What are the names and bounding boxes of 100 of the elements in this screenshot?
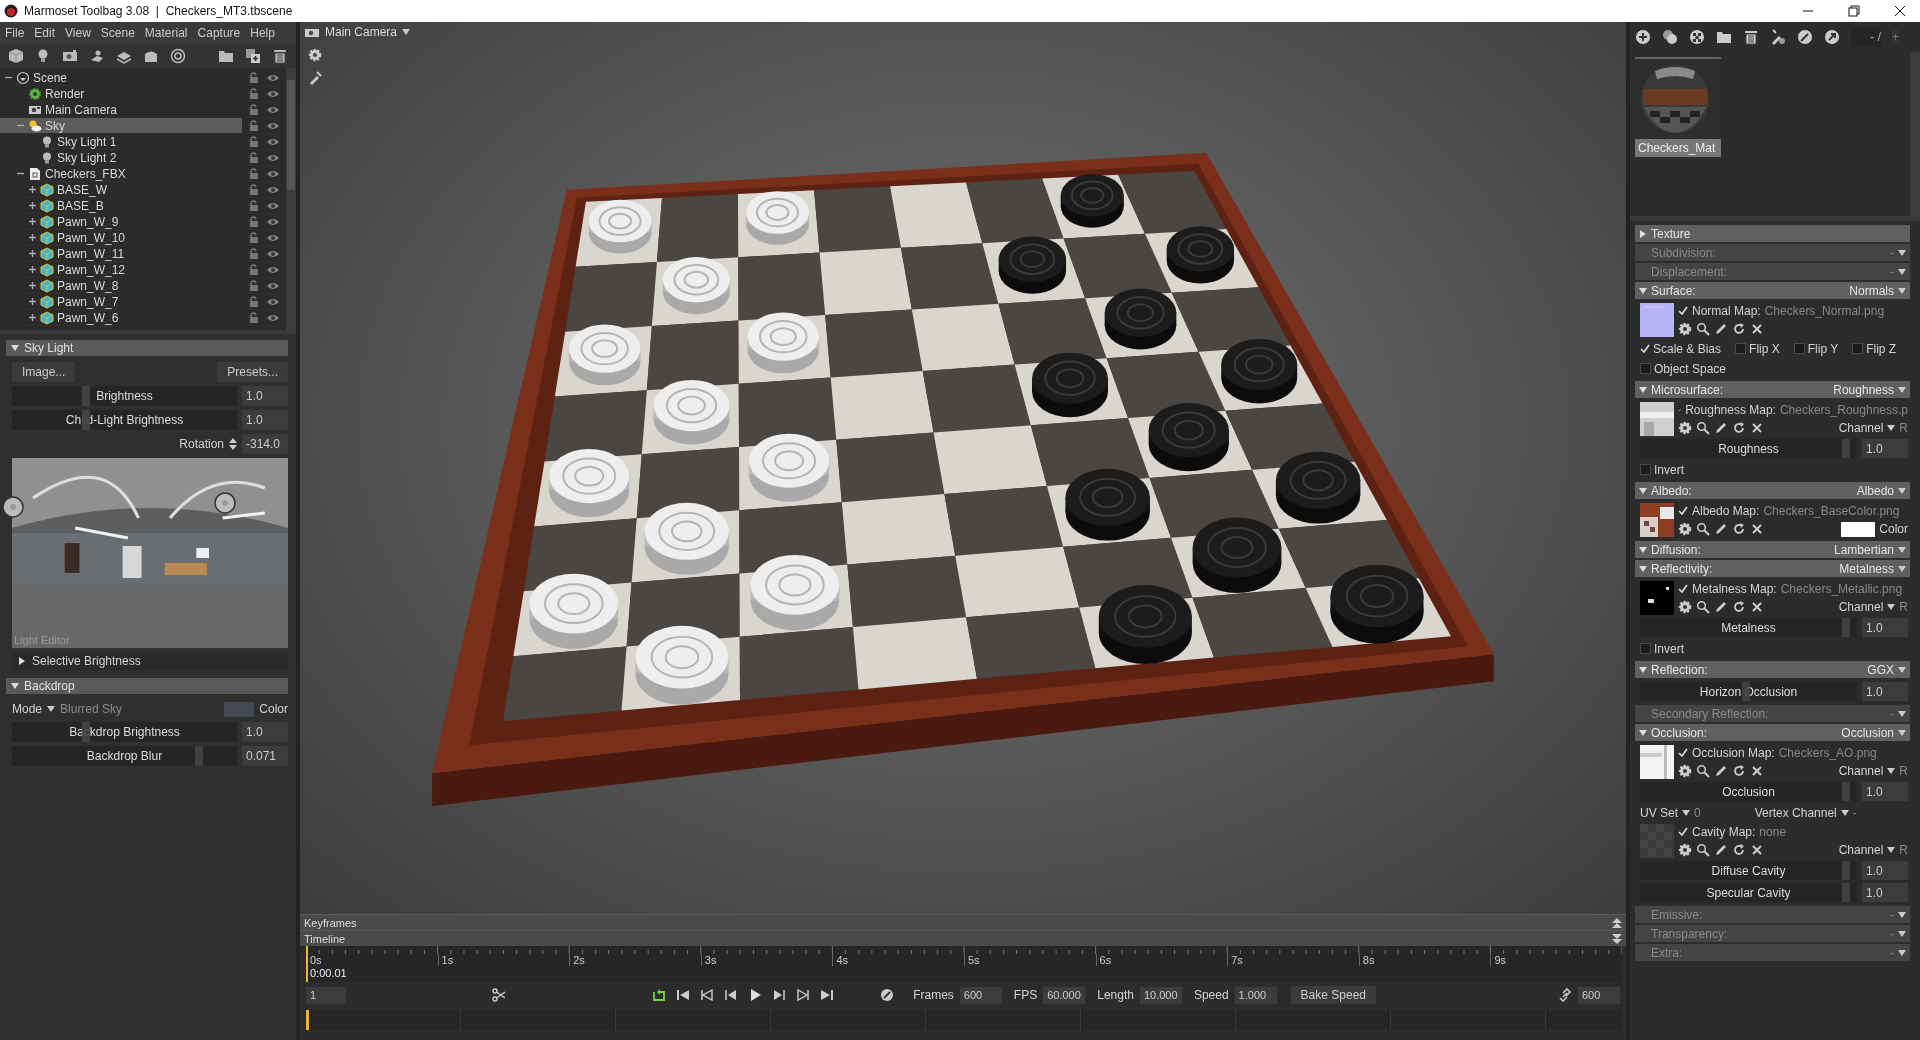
tree-item[interactable]: Pawn_W_6 bbox=[0, 310, 242, 325]
plus-icon[interactable] bbox=[28, 233, 37, 242]
light-handle-icon[interactable] bbox=[214, 492, 236, 514]
skip-to-start-icon[interactable] bbox=[676, 988, 690, 1002]
close-icon[interactable] bbox=[1750, 600, 1764, 614]
close-icon[interactable] bbox=[1750, 322, 1764, 336]
eye-icon[interactable] bbox=[266, 184, 280, 195]
dropdown-arrow-icon[interactable] bbox=[1898, 911, 1906, 918]
close-icon[interactable] bbox=[1750, 522, 1764, 536]
value-field[interactable]: 1.0 bbox=[1862, 861, 1908, 880]
lock-icon[interactable] bbox=[248, 183, 260, 196]
lock-icon[interactable] bbox=[248, 87, 260, 100]
collapse-triangle-icon[interactable] bbox=[1639, 728, 1647, 737]
section-header[interactable]: Albedo: Albedo bbox=[1635, 482, 1910, 499]
section-header[interactable]: Occlusion: Occlusion bbox=[1635, 724, 1910, 741]
dropdown-arrow-icon[interactable] bbox=[1898, 565, 1906, 572]
channel-value[interactable]: R bbox=[1899, 764, 1908, 778]
search-icon[interactable] bbox=[1696, 600, 1710, 614]
eye-icon[interactable] bbox=[266, 216, 280, 227]
value-field[interactable]: 1.000 bbox=[1234, 986, 1277, 1004]
tree-item[interactable]: Pawn_W_7 bbox=[0, 294, 242, 309]
close-icon[interactable] bbox=[1750, 843, 1764, 857]
frame-field[interactable]: 1 bbox=[306, 986, 346, 1004]
slider-handle[interactable] bbox=[1842, 439, 1851, 458]
subsection-header[interactable]: Selective Brightness bbox=[12, 652, 288, 670]
value-field[interactable]: 1.0 bbox=[1862, 782, 1908, 801]
lock-icon[interactable] bbox=[248, 71, 260, 84]
gear-icon[interactable] bbox=[1678, 522, 1692, 536]
previous-key-icon[interactable] bbox=[700, 988, 714, 1002]
lock-icon[interactable] bbox=[248, 167, 260, 180]
refresh-icon[interactable] bbox=[1732, 843, 1746, 857]
lock-icon[interactable] bbox=[248, 103, 260, 116]
close-icon[interactable] bbox=[1750, 421, 1764, 435]
search-icon[interactable] bbox=[1696, 421, 1710, 435]
close-icon[interactable] bbox=[1894, 5, 1906, 17]
map-file-name[interactable]: Checkers_BaseColor.png bbox=[1763, 504, 1900, 518]
dropdown-arrow-icon[interactable] bbox=[1887, 768, 1896, 774]
scrollbar[interactable] bbox=[286, 68, 296, 330]
dropdown-arrow-icon[interactable] bbox=[1898, 386, 1906, 393]
menu-item[interactable]: File bbox=[5, 26, 25, 40]
collapse-triangle-icon[interactable] bbox=[1639, 545, 1647, 554]
dropdown-arrow-icon[interactable] bbox=[1887, 847, 1896, 853]
map-file-name[interactable]: none bbox=[1759, 825, 1787, 839]
lock-icon[interactable] bbox=[248, 231, 260, 244]
restore-icon[interactable] bbox=[1848, 5, 1860, 17]
light-handle-icon[interactable] bbox=[2, 496, 24, 518]
texture-thumbnail[interactable] bbox=[1640, 503, 1674, 537]
checkbox[interactable] bbox=[1852, 343, 1864, 354]
tree-item[interactable]: Render bbox=[0, 86, 242, 101]
camera-icon[interactable] bbox=[62, 48, 78, 64]
skip-to-end-icon[interactable] bbox=[820, 988, 834, 1002]
pencil-icon[interactable] bbox=[1714, 421, 1728, 435]
mode-value[interactable]: Blurred Sky bbox=[60, 702, 123, 716]
dropdown-arrow-icon[interactable] bbox=[1898, 287, 1906, 294]
menu-item[interactable]: Scene bbox=[100, 26, 135, 40]
collapse-triangle-icon[interactable] bbox=[1639, 564, 1647, 573]
value-field[interactable]: 1.0 bbox=[1862, 682, 1908, 701]
checkmark-icon[interactable] bbox=[1640, 343, 1650, 354]
expand-triangle-icon[interactable] bbox=[1639, 229, 1647, 238]
collapse-arrows-icon[interactable] bbox=[1612, 917, 1622, 928]
menu-item[interactable]: Edit bbox=[34, 26, 56, 40]
eye-icon[interactable] bbox=[266, 168, 280, 179]
slider-handle[interactable] bbox=[1842, 618, 1851, 637]
pencil-icon[interactable] bbox=[1714, 764, 1728, 778]
checkmark-icon[interactable] bbox=[1678, 506, 1688, 516]
plus-icon[interactable] bbox=[28, 201, 37, 210]
gear-icon[interactable] bbox=[1678, 600, 1692, 614]
map-file-name[interactable]: Checkers_AO.png bbox=[1778, 746, 1877, 760]
link-icon[interactable] bbox=[1558, 988, 1572, 1002]
checkbox[interactable] bbox=[1640, 643, 1651, 654]
search-icon[interactable] bbox=[1696, 764, 1710, 778]
lock-icon[interactable] bbox=[248, 311, 260, 324]
lock-icon[interactable] bbox=[248, 135, 260, 148]
slider-handle[interactable] bbox=[194, 746, 203, 766]
dropdown-arrow-icon[interactable] bbox=[1887, 425, 1896, 431]
section-value[interactable]: GGX bbox=[1867, 662, 1894, 677]
refresh-icon[interactable] bbox=[1732, 764, 1746, 778]
gear-icon[interactable] bbox=[1678, 421, 1692, 435]
section-header[interactable]: Reflection: GGX bbox=[1635, 661, 1910, 678]
eye-icon[interactable] bbox=[266, 72, 280, 83]
timeline-ruler[interactable]: 0s 1s 2s 3s 4s 5s 6s 7s 8s 9s 0:00.01 bbox=[306, 946, 1622, 982]
spinner-icon[interactable] bbox=[229, 438, 237, 450]
plus-icon[interactable] bbox=[28, 297, 37, 306]
section-value[interactable]: Albedo bbox=[1856, 483, 1894, 498]
plus-icon[interactable] bbox=[28, 313, 37, 322]
value-field[interactable]: 600 bbox=[959, 986, 1002, 1004]
dropdown-arrow-icon[interactable] bbox=[1898, 666, 1906, 673]
scissors-icon[interactable] bbox=[492, 988, 506, 1002]
close-icon[interactable] bbox=[1750, 764, 1764, 778]
dropdown-arrow-icon[interactable] bbox=[1682, 809, 1690, 816]
menu-item[interactable]: Material bbox=[144, 26, 188, 40]
plus-icon[interactable] bbox=[28, 185, 37, 194]
pencil-icon[interactable] bbox=[1714, 522, 1728, 536]
color-swatch[interactable] bbox=[224, 701, 255, 717]
lock-icon[interactable] bbox=[248, 199, 260, 212]
map-file-name[interactable]: Checkers_Metallic.png bbox=[1780, 582, 1903, 596]
bake-speed-button[interactable]: Bake Speed bbox=[1290, 986, 1376, 1004]
lock-icon[interactable] bbox=[248, 151, 260, 164]
collapse-triangle-icon[interactable] bbox=[11, 682, 19, 690]
section-value[interactable]: Lambertian bbox=[1833, 542, 1894, 557]
